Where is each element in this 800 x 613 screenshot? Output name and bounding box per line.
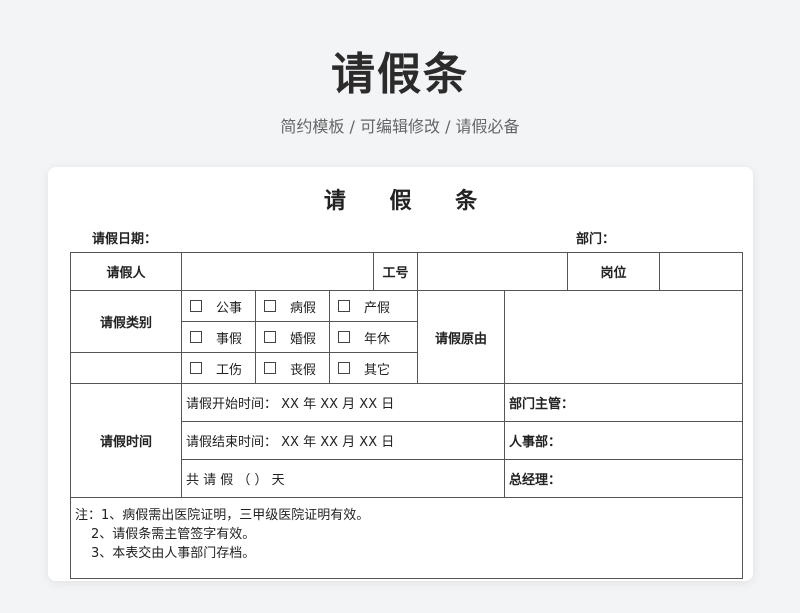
applicant-field[interactable] [181,252,374,291]
checkbox-icon[interactable] [190,362,202,374]
checkbox-icon[interactable] [264,300,276,312]
end-time-field[interactable]: 请假结束时间： XX 年 XX 月 XX 日 [181,421,505,460]
applicant-label: 请假人 [70,252,182,291]
employee-id-field[interactable] [417,252,568,291]
leave-form-table: 请假人 工号 岗位 请假类别 公事 病假 产假 请假原由 事假 婚假 年休 工伤… [70,252,743,579]
checkbox-icon[interactable] [338,300,350,312]
reason-field[interactable] [504,290,743,384]
checkbox-icon[interactable] [190,300,202,312]
note-line: 2、请假条需主管签字有效。 [91,527,256,542]
total-days-field[interactable]: 共 请 假 （ ） 天 [181,459,505,498]
blank-cell [70,352,182,384]
reason-label: 请假原由 [417,290,505,384]
position-field[interactable] [659,252,743,291]
checkbox-icon[interactable] [264,362,276,374]
leave-type-option[interactable]: 事假 [181,321,256,353]
page-subtitle: 简约模板 / 可编辑修改 / 请假必备 [280,117,520,136]
checkbox-icon[interactable] [190,331,202,343]
checkbox-icon[interactable] [338,362,350,374]
notes-section: 注：1、病假需出医院证明，三甲级医院证明有效。 2、请假条需主管签字有效。 3、… [70,497,743,579]
form-title: 请 假 条 [323,189,496,214]
employee-id-label: 工号 [373,252,418,291]
leave-date-label: 请假日期： [92,232,158,247]
note-line: 注：1、病假需出医院证明，三甲级医院证明有效。 [75,508,370,523]
leave-type-option[interactable]: 丧假 [255,352,330,384]
leave-type-option[interactable]: 工伤 [181,352,256,384]
leave-type-option[interactable]: 病假 [255,290,330,322]
leave-time-label: 请假时间 [70,383,182,498]
leave-type-option[interactable]: 其它 [329,352,418,384]
department-label: 部门： [576,232,616,247]
leave-type-label: 请假类别 [70,290,182,353]
position-label: 岗位 [567,252,660,291]
leave-type-option[interactable]: 产假 [329,290,418,322]
leave-type-option[interactable]: 年休 [329,321,418,353]
page-title: 请假条 [331,49,469,100]
leave-type-option[interactable]: 婚假 [255,321,330,353]
hr-signature[interactable]: 人事部： [504,421,743,460]
leave-type-option[interactable]: 公事 [181,290,256,322]
dept-manager-signature[interactable]: 部门主管： [504,383,743,422]
note-line: 3、本表交由人事部门存档。 [91,546,256,561]
checkbox-icon[interactable] [338,331,350,343]
checkbox-icon[interactable] [264,331,276,343]
general-manager-signature[interactable]: 总经理： [504,459,743,498]
start-time-field[interactable]: 请假开始时间： XX 年 XX 月 XX 日 [181,383,505,422]
leave-form-card: 请 假 条 请假日期： 部门： 请假人 工号 岗位 请假类别 公事 病假 产假 [48,167,753,581]
